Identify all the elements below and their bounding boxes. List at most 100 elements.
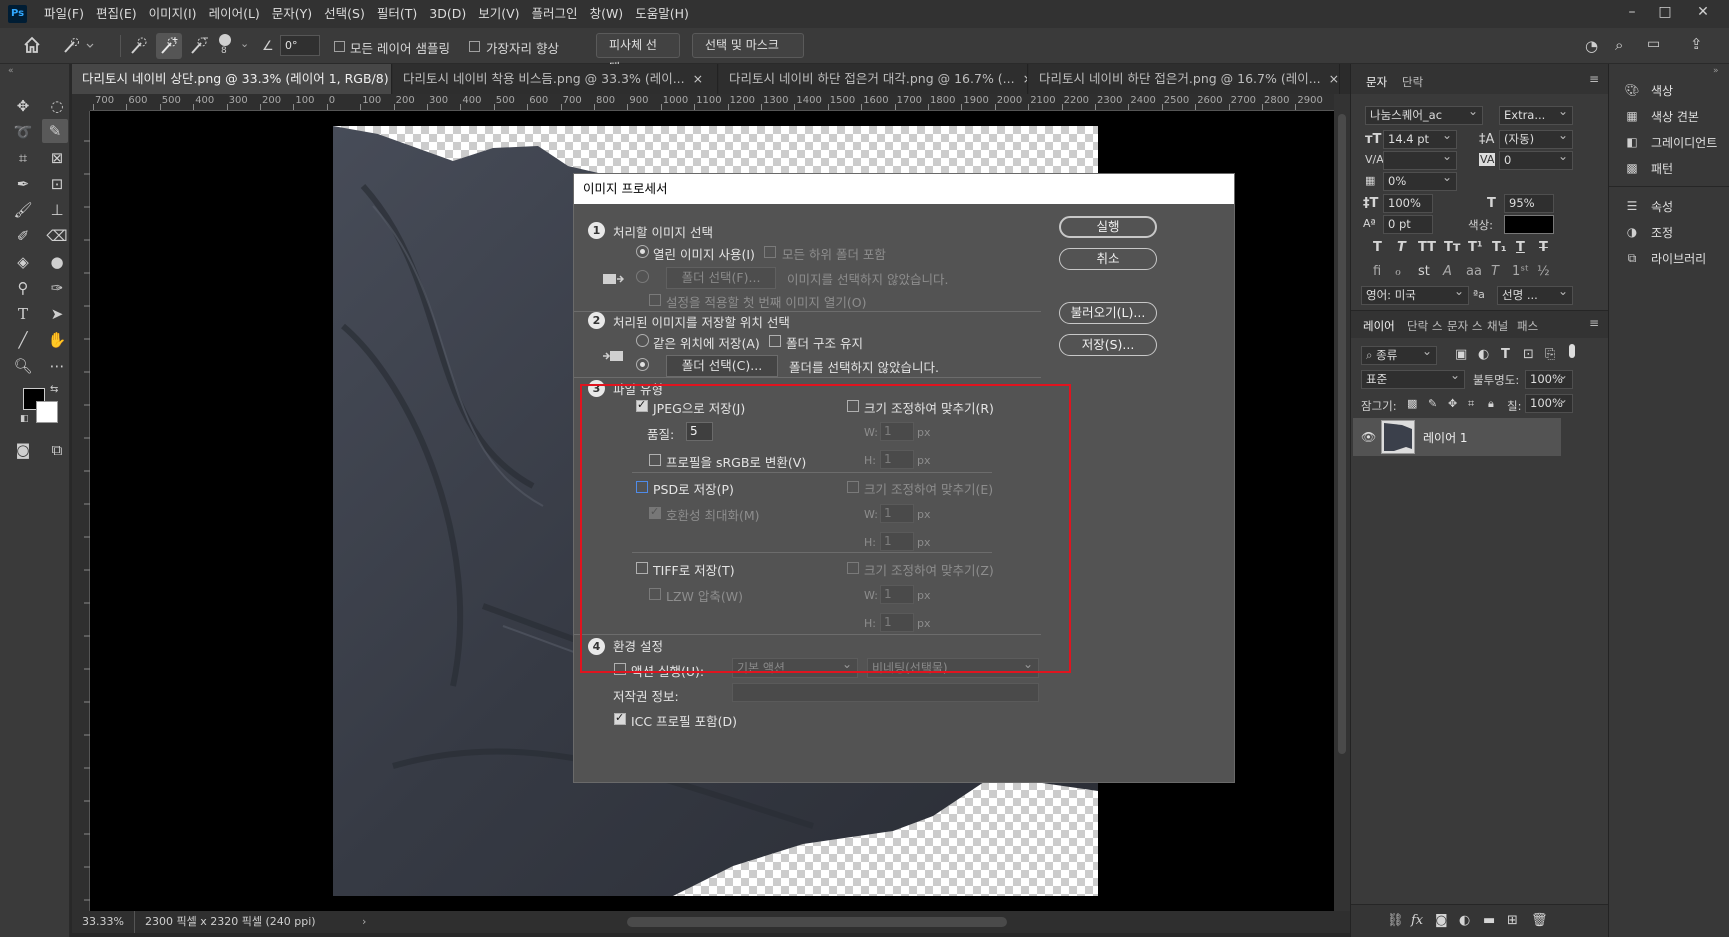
anti-alias-dropdown[interactable]: 선명 ... bbox=[1497, 283, 1573, 305]
ordinals-icon[interactable]: 1ˢᵗ bbox=[1512, 264, 1529, 279]
filter-shape-icon[interactable]: ⊡ bbox=[1523, 347, 1534, 362]
tab-paragraph[interactable]: 단락 bbox=[1402, 74, 1423, 90]
superscript-icon[interactable]: T¹ bbox=[1468, 240, 1483, 255]
save-as-tiff-checkbox[interactable] bbox=[636, 562, 648, 574]
tiff-height-input[interactable]: 1 bbox=[880, 613, 914, 632]
new-layer-icon[interactable]: ⊞ bbox=[1507, 913, 1518, 928]
brush-tool-icon[interactable]: 🖌 bbox=[10, 198, 36, 222]
faux-italic-icon[interactable]: T bbox=[1397, 240, 1406, 255]
pen-tool-icon[interactable]: ✑ bbox=[44, 276, 70, 300]
menu-edit[interactable]: 편집(E) bbox=[90, 0, 143, 28]
line-tool-icon[interactable]: ╱ bbox=[10, 328, 36, 352]
swash-icon[interactable]: A bbox=[1443, 264, 1452, 279]
vertical-scrollbar[interactable] bbox=[1334, 94, 1350, 911]
dodge-tool-icon[interactable]: ⚲ bbox=[10, 276, 36, 300]
titling-icon[interactable]: T bbox=[1491, 264, 1499, 279]
history-brush-tool-icon[interactable]: ✐ bbox=[10, 224, 36, 248]
font-family-dropdown[interactable]: 나눔스퀘어_ac bbox=[1365, 103, 1483, 125]
blend-mode-dropdown[interactable]: 표준 bbox=[1361, 367, 1465, 389]
search-icon[interactable]: ⌕ bbox=[1615, 36, 1623, 54]
marquee-tool-icon[interactable]: ◌ bbox=[44, 94, 70, 118]
dock-item-swatches[interactable]: ▦ 색상 견본 bbox=[1623, 104, 1699, 128]
brush-size-dropdown-icon[interactable]: ⌄ bbox=[240, 37, 249, 50]
lock-artboard-icon[interactable]: ⌗ bbox=[1468, 397, 1474, 411]
select-destination-folder-button[interactable]: 폴더 선택(C)... bbox=[666, 355, 778, 377]
link-layers-icon[interactable]: ⛓︎ bbox=[1387, 913, 1404, 928]
font-size-input[interactable]: 14.4 pt bbox=[1383, 127, 1457, 149]
path-selection-tool-icon[interactable]: ➤ bbox=[44, 302, 70, 326]
save-as-jpeg-checkbox[interactable] bbox=[636, 398, 648, 412]
lzw-compression-checkbox[interactable] bbox=[649, 588, 661, 600]
new-adjustment-layer-icon[interactable]: ◐ bbox=[1459, 913, 1470, 928]
close-tab-icon[interactable]: × bbox=[1023, 71, 1027, 86]
tracking-input[interactable]: 0 bbox=[1499, 148, 1573, 170]
layer-style-fx-icon[interactable]: fx bbox=[1411, 913, 1423, 928]
discretionary-ligature-icon[interactable]: st bbox=[1418, 264, 1430, 279]
tiff-width-input[interactable]: 1 bbox=[880, 585, 914, 604]
dock-item-color[interactable]: 🎨︎ 색상 bbox=[1623, 78, 1673, 102]
old-style-icon[interactable]: ℴ bbox=[1395, 264, 1401, 279]
menu-help[interactable]: 도움말(H) bbox=[629, 0, 695, 28]
swap-colors-icon[interactable]: ⇆ bbox=[50, 384, 58, 395]
screen-mode-icon[interactable]: ⧉ bbox=[44, 438, 70, 462]
share-icon[interactable]: ⇪ bbox=[1690, 35, 1703, 53]
minimize-icon[interactable]: – bbox=[1617, 0, 1647, 26]
filter-type-icon[interactable]: T bbox=[1501, 347, 1510, 362]
select-subject-button[interactable]: 피사체 선택 bbox=[596, 33, 680, 75]
layer-row[interactable]: 👁︎ 레이어 1 bbox=[1353, 418, 1561, 456]
lock-position-icon[interactable]: ✥ bbox=[1448, 397, 1457, 410]
action-set-dropdown[interactable]: 기본 액션 bbox=[732, 655, 858, 678]
eye-visibility-icon[interactable]: 👁︎ bbox=[1361, 430, 1376, 444]
add-to-selection-brush-icon[interactable] bbox=[156, 33, 182, 59]
share-user-icon[interactable]: ◔ bbox=[1585, 37, 1598, 55]
save-as-psd-checkbox[interactable] bbox=[636, 481, 648, 493]
tab-document-4[interactable]: 다리토시 네이비 하단 접은거.png @ 16.7% (레이... × bbox=[1029, 64, 1340, 94]
zoom-level[interactable]: 33.33% bbox=[82, 911, 124, 933]
font-style-dropdown[interactable]: Extra... bbox=[1499, 103, 1573, 125]
fill-input[interactable]: 100% bbox=[1525, 391, 1573, 413]
brush-size-dot-icon[interactable] bbox=[219, 34, 231, 46]
tsume-input[interactable]: 0% bbox=[1383, 169, 1457, 191]
underline-icon[interactable]: T bbox=[1516, 240, 1525, 255]
type-tool-icon[interactable]: T bbox=[10, 302, 36, 326]
status-menu-arrow[interactable]: › bbox=[362, 911, 366, 933]
select-and-mask-button[interactable]: 선택 및 마스크 ... bbox=[692, 33, 804, 75]
tab-layers[interactable]: 레이어 bbox=[1363, 318, 1395, 334]
background-color-swatch[interactable] bbox=[36, 401, 58, 423]
enhance-edge-checkbox[interactable] bbox=[469, 41, 480, 52]
dock-item-gradients[interactable]: ◧ 그레이디언트 bbox=[1623, 130, 1717, 154]
psd-width-input[interactable]: 1 bbox=[880, 504, 914, 523]
menu-plugins[interactable]: 플러그인 bbox=[526, 0, 584, 28]
stamp-tool-icon[interactable]: ⊥ bbox=[44, 198, 70, 222]
healing-tool-icon[interactable]: ⊡ bbox=[44, 172, 70, 196]
layer-filter-dropdown[interactable]: ⌕ 종류 bbox=[1361, 343, 1437, 365]
new-selection-brush-icon[interactable] bbox=[128, 35, 150, 57]
leading-input[interactable]: (자동) bbox=[1499, 127, 1573, 149]
ruler-origin[interactable] bbox=[72, 94, 90, 111]
hand-tool-icon[interactable]: ✋ bbox=[44, 328, 70, 352]
all-caps-icon[interactable]: TT bbox=[1418, 240, 1436, 255]
expand-dock-icon[interactable]: » bbox=[1713, 66, 1719, 76]
workspace-icon[interactable]: ▭ bbox=[1647, 36, 1660, 52]
blur-tool-icon[interactable]: ● bbox=[44, 250, 70, 274]
subtract-selection-brush-icon[interactable] bbox=[188, 35, 210, 57]
default-colors-icon[interactable]: ◧ bbox=[20, 414, 29, 424]
angle-input[interactable]: 0° bbox=[280, 35, 320, 56]
close-tab-icon[interactable]: × bbox=[693, 71, 703, 86]
select-folder-radio[interactable] bbox=[636, 270, 649, 283]
quality-input[interactable]: 5 bbox=[686, 422, 713, 441]
filter-toggle-icon[interactable] bbox=[1569, 344, 1575, 358]
jpeg-width-input[interactable]: 1 bbox=[880, 422, 914, 441]
ligature-icon[interactable]: ﬁ bbox=[1373, 264, 1381, 279]
menu-layer[interactable]: 레이어(L) bbox=[203, 0, 266, 28]
frame-tool-icon[interactable]: ⊠ bbox=[44, 146, 70, 170]
fractions-icon[interactable]: ½ bbox=[1537, 264, 1550, 279]
kerning-input[interactable] bbox=[1383, 148, 1457, 170]
vertical-scroll-thumb[interactable] bbox=[1338, 114, 1346, 754]
copyright-info-input[interactable] bbox=[732, 683, 1039, 702]
horizontal-scroll-thumb[interactable] bbox=[627, 917, 1007, 927]
filter-adjustment-icon[interactable]: ◐ bbox=[1478, 347, 1489, 362]
include-subfolders-checkbox[interactable] bbox=[764, 246, 776, 258]
lock-all-icon[interactable]: 🔒︎ bbox=[1488, 397, 1494, 411]
keep-folder-structure-checkbox[interactable] bbox=[769, 335, 781, 347]
